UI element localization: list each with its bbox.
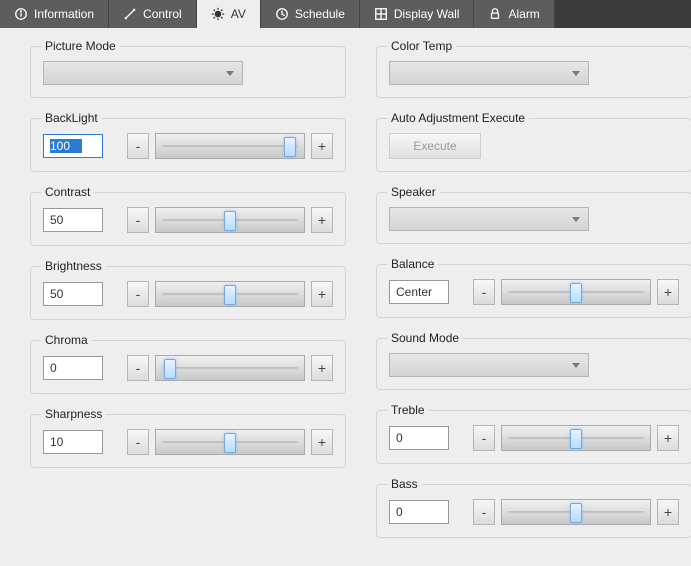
lock-icon — [488, 7, 502, 21]
group-sharpness: Sharpness 10 - + — [30, 414, 346, 468]
balance-plus[interactable]: + — [657, 279, 679, 305]
tab-control[interactable]: Control — [109, 0, 197, 28]
backlight-value[interactable]: 100 — [43, 134, 103, 158]
backlight-slider[interactable] — [155, 133, 305, 159]
backlight-minus[interactable]: - — [127, 133, 149, 159]
group-title: Chroma — [41, 333, 92, 347]
chroma-plus[interactable]: + — [311, 355, 333, 381]
group-title: Auto Adjustment Execute — [387, 111, 529, 125]
slider-thumb[interactable] — [164, 359, 176, 379]
group-auto-adjust: Auto Adjustment Execute Execute — [376, 118, 691, 172]
treble-plus[interactable]: + — [657, 425, 679, 451]
clock-icon — [275, 7, 289, 21]
tools-icon — [123, 7, 137, 21]
brightness-minus[interactable]: - — [127, 281, 149, 307]
sharpness-plus[interactable]: + — [311, 429, 333, 455]
tab-label: Information — [34, 7, 94, 21]
tab-information[interactable]: Information — [0, 0, 109, 28]
slider-thumb[interactable] — [570, 283, 582, 303]
brightness-slider[interactable] — [155, 281, 305, 307]
slider-thumb[interactable] — [224, 211, 236, 231]
grid-icon — [374, 7, 388, 21]
group-contrast: Contrast 50 - + — [30, 192, 346, 246]
balance-value[interactable]: Center — [389, 280, 449, 304]
group-speaker: Speaker — [376, 192, 691, 244]
sharpness-minus[interactable]: - — [127, 429, 149, 455]
contrast-minus[interactable]: - — [127, 207, 149, 233]
group-title: Brightness — [41, 259, 106, 273]
slider-thumb[interactable] — [570, 503, 582, 523]
backlight-plus[interactable]: + — [311, 133, 333, 159]
tab-label: Display Wall — [394, 7, 460, 21]
slider-thumb[interactable] — [224, 285, 236, 305]
group-title: Bass — [387, 477, 422, 491]
sharpness-value[interactable]: 10 — [43, 430, 103, 454]
tab-av[interactable]: AV — [197, 0, 261, 28]
chroma-minus[interactable]: - — [127, 355, 149, 381]
group-title: Contrast — [41, 185, 94, 199]
group-title: Picture Mode — [41, 39, 120, 53]
group-title: Speaker — [387, 185, 440, 199]
group-brightness: Brightness 50 - + — [30, 266, 346, 320]
brightness-value[interactable]: 50 — [43, 282, 103, 306]
contrast-value[interactable]: 50 — [43, 208, 103, 232]
tabbar-fill — [555, 0, 691, 28]
bass-plus[interactable]: + — [657, 499, 679, 525]
tab-alarm[interactable]: Alarm — [474, 0, 554, 28]
sound-mode-select[interactable] — [389, 353, 589, 377]
right-column: Color Temp Auto Adjustment Execute Execu… — [376, 46, 691, 538]
group-title: Sound Mode — [387, 331, 463, 345]
color-temp-select[interactable] — [389, 61, 589, 85]
group-picture-mode: Picture Mode — [30, 46, 346, 98]
tab-label: Alarm — [508, 7, 539, 21]
tab-display-wall[interactable]: Display Wall — [360, 0, 475, 28]
info-icon — [14, 7, 28, 21]
brightness-icon — [211, 7, 225, 21]
group-bass: Bass 0 - + — [376, 484, 691, 538]
tab-schedule[interactable]: Schedule — [261, 0, 360, 28]
group-title: Treble — [387, 403, 429, 417]
content-area: Picture Mode BackLight 100 - + Contrast … — [0, 28, 691, 562]
treble-value[interactable]: 0 — [389, 426, 449, 450]
brightness-plus[interactable]: + — [311, 281, 333, 307]
tab-label: Schedule — [295, 7, 345, 21]
group-title: BackLight — [41, 111, 102, 125]
treble-slider[interactable] — [501, 425, 651, 451]
group-sound-mode: Sound Mode — [376, 338, 691, 390]
chroma-slider[interactable] — [155, 355, 305, 381]
sharpness-slider[interactable] — [155, 429, 305, 455]
execute-button[interactable]: Execute — [389, 133, 481, 159]
tab-bar: Information Control AV Schedule Display … — [0, 0, 691, 28]
balance-slider[interactable] — [501, 279, 651, 305]
contrast-plus[interactable]: + — [311, 207, 333, 233]
left-column: Picture Mode BackLight 100 - + Contrast … — [30, 46, 346, 538]
bass-value[interactable]: 0 — [389, 500, 449, 524]
chroma-value[interactable]: 0 — [43, 356, 103, 380]
bass-slider[interactable] — [501, 499, 651, 525]
tab-label: AV — [231, 7, 246, 21]
slider-thumb[interactable] — [224, 433, 236, 453]
group-color-temp: Color Temp — [376, 46, 691, 98]
slider-thumb[interactable] — [284, 137, 296, 157]
group-treble: Treble 0 - + — [376, 410, 691, 464]
group-backlight: BackLight 100 - + — [30, 118, 346, 172]
group-title: Color Temp — [387, 39, 456, 53]
treble-minus[interactable]: - — [473, 425, 495, 451]
bass-minus[interactable]: - — [473, 499, 495, 525]
group-title: Balance — [387, 257, 438, 271]
picture-mode-select[interactable] — [43, 61, 243, 85]
slider-thumb[interactable] — [570, 429, 582, 449]
group-title: Sharpness — [41, 407, 106, 421]
group-chroma: Chroma 0 - + — [30, 340, 346, 394]
balance-minus[interactable]: - — [473, 279, 495, 305]
tab-label: Control — [143, 7, 182, 21]
speaker-select[interactable] — [389, 207, 589, 231]
contrast-slider[interactable] — [155, 207, 305, 233]
group-balance: Balance Center - + — [376, 264, 691, 318]
